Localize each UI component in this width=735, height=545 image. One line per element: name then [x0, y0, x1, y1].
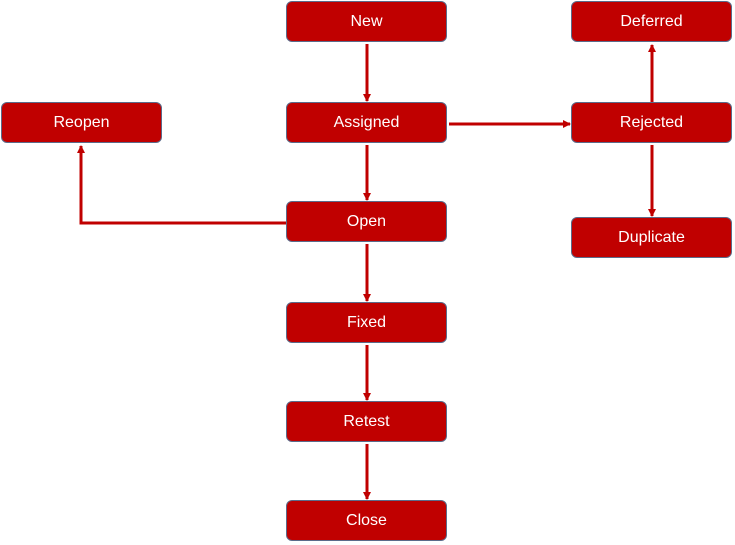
- node-retest: Retest: [286, 401, 447, 442]
- node-reopen: Reopen: [1, 102, 162, 143]
- node-new: New: [286, 1, 447, 42]
- node-rejected: Rejected: [571, 102, 732, 143]
- node-duplicate: Duplicate: [571, 217, 732, 258]
- node-close: Close: [286, 500, 447, 541]
- node-assigned: Assigned: [286, 102, 447, 143]
- edges-layer: [77, 44, 656, 500]
- node-open: Open: [286, 201, 447, 242]
- node-deferred: Deferred: [571, 1, 732, 42]
- edge-open-reopen: [77, 145, 286, 225]
- node-fixed: Fixed: [286, 302, 447, 343]
